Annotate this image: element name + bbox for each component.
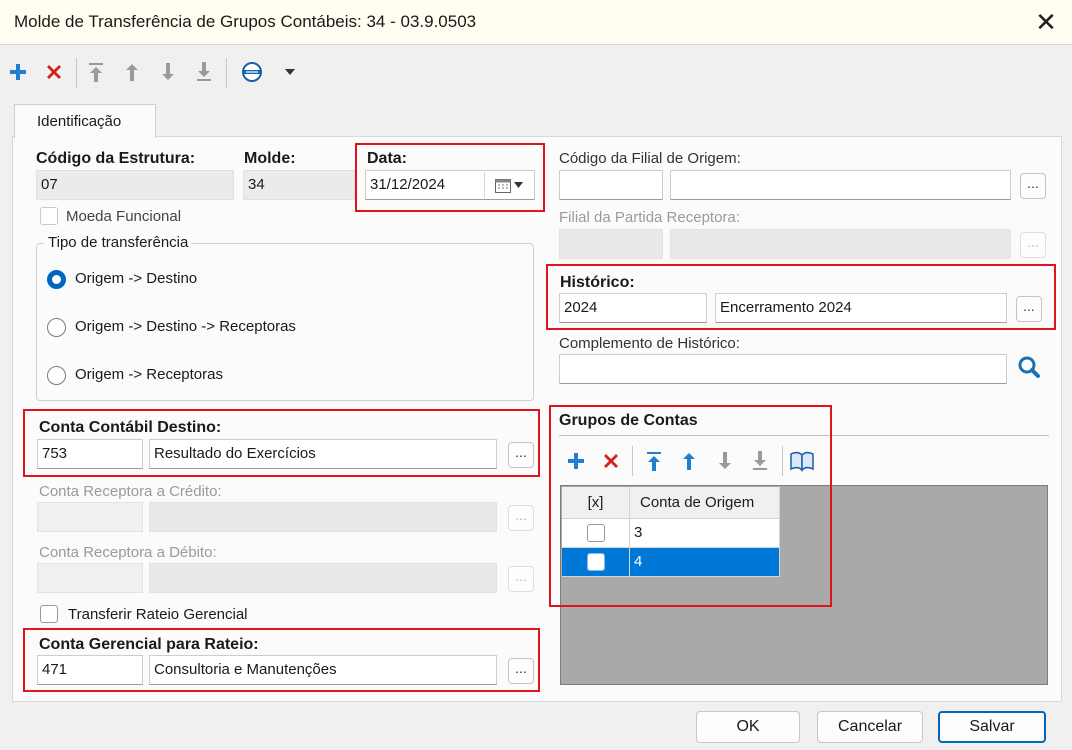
radio-origem-destino-receptoras-label: Origem -> Destino -> Receptoras: [75, 318, 296, 335]
move-top-icon[interactable]: [82, 58, 110, 86]
filial-origem-label: Código da Filial de Origem:: [559, 150, 741, 167]
radio-origem-destino[interactable]: [47, 270, 66, 289]
radio-origem-receptoras[interactable]: [47, 366, 66, 385]
move-down-icon[interactable]: [154, 58, 182, 86]
historico-lookup-button[interactable]: ...: [1016, 296, 1042, 322]
conta-receptora-debito-lookup-button: ...: [508, 566, 534, 592]
filial-origem-description-field[interactable]: [670, 170, 1011, 200]
calendar-icon[interactable]: [484, 172, 532, 198]
conta-receptora-debito-code-field: [37, 563, 143, 593]
complemento-historico-field[interactable]: [559, 354, 1007, 384]
conta-gerencial-label: Conta Gerencial para Rateio:: [39, 636, 259, 653]
filial-receptora-description-field: [670, 229, 1011, 259]
delete-icon[interactable]: [40, 58, 68, 86]
transferir-rateio-label: Transferir Rateio Gerencial: [68, 606, 248, 623]
historico-code-field[interactable]: 2024: [559, 293, 707, 323]
tab-identificacao[interactable]: Identificação: [14, 104, 156, 138]
conta-receptora-debito-label: Conta Receptora a Débito:: [39, 544, 217, 561]
save-button[interactable]: Salvar: [938, 711, 1046, 743]
conta-gerencial-lookup-button[interactable]: ...: [508, 658, 534, 684]
codigo-estrutura-field: 07: [36, 170, 234, 200]
conta-destino-description-field[interactable]: Resultado do Exercícios: [149, 439, 497, 469]
move-up-icon[interactable]: [118, 58, 146, 86]
radio-origem-destino-receptoras[interactable]: [47, 318, 66, 337]
moeda-funcional-checkbox[interactable]: [40, 207, 58, 225]
radio-origem-destino-label: Origem -> Destino: [75, 270, 198, 287]
conta-gerencial-code-field[interactable]: 471: [37, 655, 143, 685]
conta-receptora-debito-description-field: [149, 563, 497, 593]
filial-receptora-label: Filial da Partida Receptora:: [559, 209, 740, 226]
conta-destino-lookup-button[interactable]: ...: [508, 442, 534, 468]
filial-origem-code-field[interactable]: [559, 170, 663, 200]
close-icon[interactable]: ✕: [1030, 6, 1062, 38]
ok-button[interactable]: OK: [696, 711, 800, 743]
conta-receptora-credito-lookup-button: ...: [508, 505, 534, 531]
historico-label: Histórico:: [560, 274, 635, 291]
molde-label: Molde:: [244, 150, 296, 167]
tipo-transferencia-label: Tipo de transferência: [44, 234, 193, 251]
radio-origem-receptoras-label: Origem -> Receptoras: [75, 366, 223, 383]
toolbar-separator: [76, 58, 77, 88]
molde-field: 34: [243, 170, 355, 200]
dropdown-icon[interactable]: [276, 58, 304, 86]
complemento-historico-label: Complemento de Histórico:: [559, 335, 740, 352]
conta-destino-code-field[interactable]: 753: [37, 439, 143, 469]
options-icon[interactable]: [238, 58, 266, 86]
conta-receptora-credito-code-field: [37, 502, 143, 532]
search-icon[interactable]: [1013, 352, 1045, 382]
conta-receptora-credito-label: Conta Receptora a Crédito:: [39, 483, 222, 500]
transferir-rateio-checkbox[interactable]: [40, 605, 58, 623]
codigo-estrutura-label: Código da Estrutura:: [36, 150, 196, 167]
historico-description-field[interactable]: Encerramento 2024: [715, 293, 1007, 323]
filial-origem-lookup-button[interactable]: ...: [1020, 173, 1046, 199]
moeda-funcional-label: Moeda Funcional: [66, 208, 182, 225]
toolbar-separator: [226, 58, 227, 88]
data-label: Data:: [367, 150, 408, 167]
conta-receptora-credito-description-field: [149, 502, 497, 532]
cancel-button[interactable]: Cancelar: [817, 711, 923, 743]
add-icon[interactable]: [4, 58, 32, 86]
move-bottom-icon[interactable]: [190, 58, 218, 86]
filial-receptora-code-field: [559, 229, 663, 259]
conta-gerencial-description-field[interactable]: Consultoria e Manutenções: [149, 655, 497, 685]
grupos-highlight: [549, 405, 832, 607]
window-title: Molde de Transferência de Grupos Contábe…: [14, 12, 477, 31]
conta-destino-label: Conta Contábil Destino:: [39, 419, 222, 436]
filial-receptora-lookup-button: ...: [1020, 232, 1046, 258]
